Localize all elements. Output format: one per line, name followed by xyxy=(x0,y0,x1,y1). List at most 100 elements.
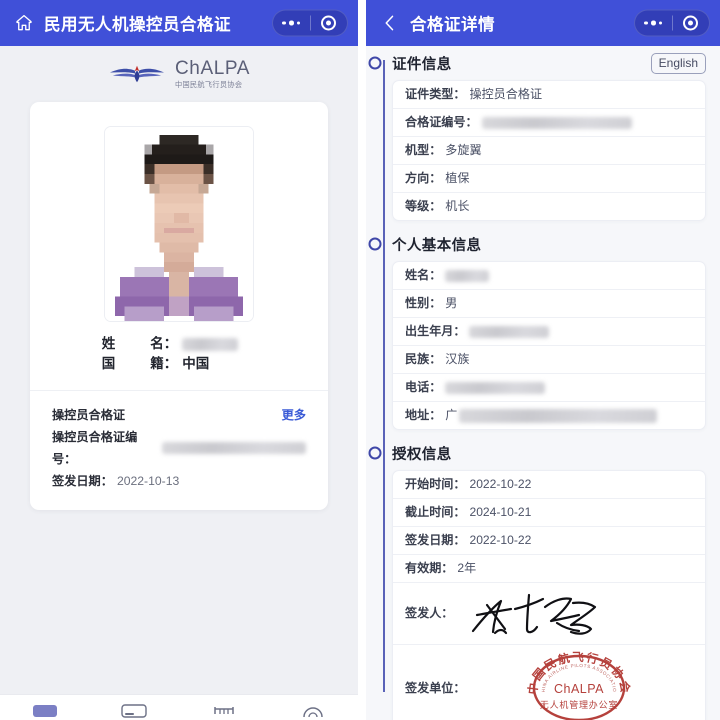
brand-subtitle: 中国民航飞行员协会 xyxy=(174,80,243,90)
row-value: 多旋翼 xyxy=(445,143,482,157)
wings-emblem-icon xyxy=(109,65,165,83)
more-dots-icon xyxy=(282,20,301,26)
table-row-seal: 签发单位： 中国民航飞行员协会 HINA AIRLINE PILOTS ASSO… xyxy=(393,645,705,720)
row-value: 操控员合格证 xyxy=(469,87,543,101)
row-value: 2年 xyxy=(457,561,477,575)
row-label: 签发日期： xyxy=(405,533,466,547)
row-value: 2022-10-22 xyxy=(469,477,532,491)
circle-dot-icon xyxy=(683,15,699,31)
row-value: 2024-10-21 xyxy=(469,505,532,519)
section-header: 授权信息 xyxy=(368,436,706,470)
circle-dot-icon xyxy=(321,15,337,31)
capsule-menu-button[interactable] xyxy=(273,20,310,26)
row-label: 性别： xyxy=(405,296,442,310)
row-label: 证件类型： xyxy=(405,87,466,101)
signature-image xyxy=(472,593,597,635)
issue-date-value: 2022-10-13 xyxy=(116,474,180,488)
wechat-capsule-right[interactable] xyxy=(634,9,710,37)
row-label: 出生年月： xyxy=(405,324,466,338)
more-dots-icon xyxy=(644,20,663,26)
brand-text: ChALPA 中国民航飞行员协会 xyxy=(175,59,250,88)
capsule-close-button[interactable] xyxy=(311,15,348,31)
right-nav-title: 合格证详情 xyxy=(410,16,495,34)
tab-profile[interactable] xyxy=(269,704,359,718)
english-toggle-button[interactable]: English xyxy=(650,52,706,74)
table-row: 证件类型： 操控员合格证 xyxy=(393,81,705,109)
dual-screenshot: 民用无人机操控员合格证 ChALPA 中国民航飞行员协会 姓名 ： 国籍 ： 中… xyxy=(0,0,720,720)
row-label: 机型： xyxy=(405,143,442,157)
cert-title-row: 操控员合格证 更多 xyxy=(52,404,306,426)
official-seal-icon: 中国民航飞行员协会 CHINA AIRLINE PILOTS ASSOCIATI… xyxy=(521,649,631,720)
table-row: 等级： 机长 xyxy=(393,193,705,220)
table-row: 姓名： xyxy=(393,262,705,290)
row-label: 开始时间： xyxy=(405,477,466,491)
more-link[interactable]: 更多 xyxy=(282,404,306,426)
row-value: 机长 xyxy=(445,199,470,213)
section-title: 个人基本信息 xyxy=(392,237,482,254)
redacted-value xyxy=(481,116,632,129)
tab-card[interactable] xyxy=(90,704,180,718)
applicant-photo-mosaic xyxy=(105,127,253,321)
issue-date-label: 签发日期： xyxy=(52,474,113,488)
table-row: 电话： xyxy=(393,374,705,402)
section-rows: 姓名： 性别： 男 出生年月： 民族： 汉族 电话： 地址： 广 xyxy=(392,261,706,430)
row-label: 民族： xyxy=(405,352,442,366)
row-value: 植保 xyxy=(445,171,470,185)
redacted-name xyxy=(182,337,239,351)
bottom-tabbar[interactable] xyxy=(0,694,358,720)
section-certificate-info: 证件信息 English 证件类型： 操控员合格证 合格证编号： 机型： 多旋翼 xyxy=(368,46,720,221)
section-header: 证件信息 English xyxy=(368,46,706,80)
table-row-signature: 签发人： xyxy=(393,583,705,645)
left-navbar: 民用无人机操控员合格证 xyxy=(0,0,358,46)
table-row: 民族： 汉族 xyxy=(393,346,705,374)
table-row: 合格证编号： xyxy=(393,109,705,137)
tab-exam[interactable] xyxy=(179,704,269,718)
row-label: 有效期： xyxy=(405,561,454,575)
row-label: 电话： xyxy=(405,380,442,394)
row-value: 广 xyxy=(445,408,458,422)
row-label: 姓名： xyxy=(405,268,442,282)
name-value xyxy=(182,334,256,354)
capsule-menu-button-right[interactable] xyxy=(635,20,672,26)
tab-certificate[interactable] xyxy=(0,704,90,718)
wechat-capsule[interactable] xyxy=(272,9,348,37)
nationality-row: 国籍 ： 中国 xyxy=(30,354,328,374)
tab-profile-icon xyxy=(303,707,323,718)
table-row: 机型： 多旋翼 xyxy=(393,137,705,165)
table-row: 出生年月： xyxy=(393,318,705,346)
timeline-dot-icon xyxy=(368,446,382,460)
left-nav-title: 民用无人机操控员合格证 xyxy=(44,16,231,34)
photo-frame xyxy=(104,126,254,322)
table-row: 签发日期： 2022-10-22 xyxy=(393,527,705,555)
row-label: 签发单位： xyxy=(405,680,466,695)
capsule-close-button-right[interactable] xyxy=(673,15,710,31)
row-label: 签发人： xyxy=(405,606,454,620)
nationality-value: 中国 xyxy=(182,356,210,371)
cert-no-label: 操控员合格证编号： xyxy=(52,430,138,466)
section-personal-info: 个人基本信息 姓名： 性别： 男 出生年月： 民族： 汉族 电话： 地址： 广 xyxy=(368,227,720,430)
name-label: 姓名 xyxy=(101,336,164,351)
timeline-line xyxy=(383,60,385,692)
section-title: 证件信息 xyxy=(392,56,452,73)
row-label: 地址： xyxy=(405,408,442,422)
brand-name: ChALPA xyxy=(174,58,251,80)
nationality-label: 国籍 xyxy=(101,356,164,371)
tab-card-icon xyxy=(121,704,147,718)
seal-wrap: 中国民航飞行员协会 CHINA AIRLINE PILOTS ASSOCIATI… xyxy=(465,649,693,720)
row-label: 方向： xyxy=(405,171,442,185)
row-label: 合格证编号： xyxy=(405,115,478,129)
tab-exam-icon xyxy=(214,707,234,714)
left-phone-screen: 民用无人机操控员合格证 ChALPA 中国民航飞行员协会 姓名 ： 国籍 ： 中… xyxy=(0,0,358,720)
chevron-left-icon[interactable] xyxy=(380,13,400,33)
certificate-card[interactable]: 姓名 ： 国籍 ： 中国 操控员合格证 更多 操控员合格证编号： 签发日期： 2… xyxy=(30,102,328,510)
left-content: ChALPA 中国民航飞行员协会 姓名 ： 国籍 ： 中国 操控员合格证 更多 … xyxy=(0,46,358,720)
table-row: 截止时间： 2024-10-21 xyxy=(393,499,705,527)
section-rows: 开始时间： 2022-10-22 截止时间： 2024-10-21 签发日期： … xyxy=(392,470,706,720)
section-authorization-info: 授权信息 开始时间： 2022-10-22 截止时间： 2024-10-21 签… xyxy=(368,436,720,720)
issue-date-row: 签发日期： 2022-10-13 xyxy=(52,470,306,492)
home-icon[interactable] xyxy=(14,13,34,33)
redacted-value xyxy=(459,408,658,423)
row-label: 等级： xyxy=(405,199,442,213)
row-label: 截止时间： xyxy=(405,505,466,519)
section-rows: 证件类型： 操控员合格证 合格证编号： 机型： 多旋翼 方向： 植保 等级： 机… xyxy=(392,80,706,221)
